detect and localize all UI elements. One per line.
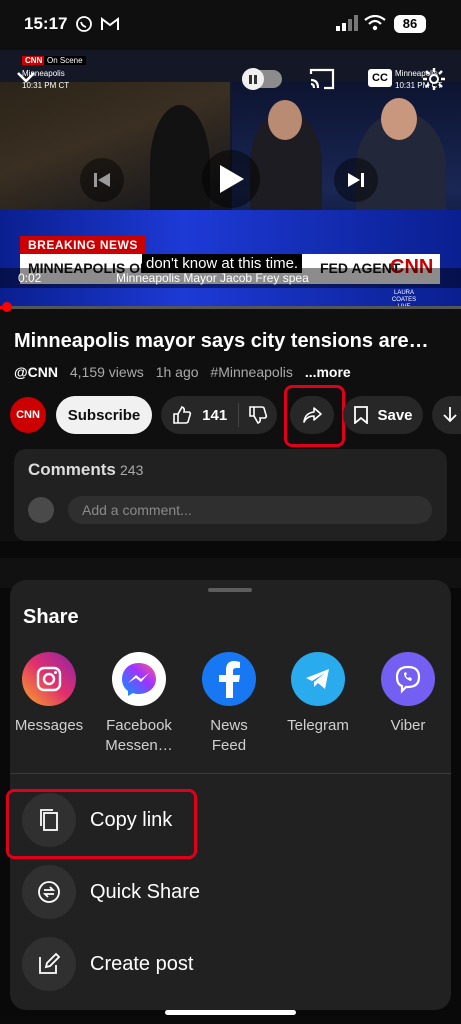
skip-previous-icon: [94, 173, 110, 187]
battery-level: 86: [394, 15, 426, 33]
share-app-label: Facebook Messen…: [105, 717, 173, 754]
like-dislike-group: 141: [161, 396, 277, 434]
share-divider: [10, 773, 451, 774]
thumbs-down-icon: [249, 406, 268, 424]
person-silhouette: [150, 105, 210, 225]
whatsapp-icon: [76, 16, 92, 32]
wifi-icon: [364, 15, 386, 31]
comments-title: Comments: [28, 460, 116, 479]
share-title: Share: [23, 606, 79, 628]
channel-handle[interactable]: @CNN: [14, 364, 58, 380]
share-app-label: News Feed: [210, 717, 248, 754]
captions-button[interactable]: CC: [368, 69, 392, 87]
status-time: 15:17: [24, 14, 68, 33]
progress-scrubber[interactable]: [2, 302, 12, 312]
save-button[interactable]: Save: [343, 396, 423, 434]
instagram-icon: [22, 652, 76, 706]
play-button[interactable]: [202, 150, 260, 208]
share-app-label: Messages: [14, 717, 84, 734]
share-app-telegram[interactable]: Telegram: [276, 652, 360, 736]
drag-handle[interactable]: [208, 588, 252, 592]
official-right-head: [381, 98, 417, 140]
share-app-label: Telegram: [287, 717, 349, 734]
upload-age: 1h ago: [155, 364, 199, 380]
comments-count: 243: [120, 462, 144, 478]
download-button[interactable]: [432, 396, 461, 434]
video-meta: @CNN 4,159 views 1h ago #Minneapolis ...…: [14, 364, 351, 380]
comments-panel[interactable]: Comments 243 Add a comment...: [14, 449, 447, 541]
timecode: 0:02: [18, 271, 42, 285]
play-icon: [220, 165, 244, 193]
save-label: Save: [377, 406, 413, 424]
status-bar: [0, 0, 461, 48]
share-app-viber[interactable]: Viber: [366, 652, 450, 736]
official-left-head: [268, 100, 302, 140]
next-button[interactable]: [334, 158, 378, 202]
like-count: 141: [202, 406, 228, 424]
share-highlight-box: [284, 385, 345, 447]
user-avatar: [28, 497, 54, 523]
share-app-label: Viber: [390, 717, 426, 734]
video-title[interactable]: Minneapolis mayor says city tensions are…: [14, 330, 454, 353]
chevron-down-icon[interactable]: [16, 70, 36, 84]
hashtag-link[interactable]: #Minneapolis: [210, 364, 293, 380]
facebook-icon: [202, 652, 256, 706]
action-row: CNN Subscribe 141 Save: [0, 385, 461, 447]
home-indicator[interactable]: [165, 1010, 296, 1015]
comment-input[interactable]: Add a comment...: [68, 496, 432, 524]
quick-share-icon: [22, 865, 76, 919]
create-post-row[interactable]: Create post: [22, 937, 193, 991]
skip-next-icon: [348, 173, 364, 187]
cnn-bug: CNN: [22, 56, 46, 65]
edit-icon: [22, 937, 76, 991]
dislike-button[interactable]: [239, 405, 277, 425]
previous-button[interactable]: [80, 158, 124, 202]
create-post-label: Create post: [90, 952, 194, 975]
quick-share-label: Quick Share: [90, 880, 201, 903]
copy-link-highlight-box: [6, 789, 197, 859]
settings-gear-icon[interactable]: [422, 67, 446, 91]
channel-avatar[interactable]: CNN: [10, 397, 46, 433]
more-link[interactable]: ...more: [305, 364, 351, 380]
telegram-icon: [291, 652, 345, 706]
gmail-icon: [101, 17, 119, 30]
messenger-icon: [112, 652, 166, 706]
quick-share-row[interactable]: Quick Share: [22, 865, 200, 919]
share-app-messages[interactable]: Messages: [7, 652, 91, 736]
on-scene-tag: On Scene: [44, 56, 86, 65]
cast-icon[interactable]: [309, 68, 335, 90]
like-button[interactable]: 141: [161, 403, 240, 427]
video-player[interactable]: CNN On Scene Minneapolis 10:31 PM CT Min…: [0, 50, 461, 308]
share-app-news-feed[interactable]: News Feed: [187, 652, 271, 756]
download-icon: [443, 407, 457, 423]
share-app-messenger[interactable]: Facebook Messen…: [97, 652, 181, 756]
thumbs-up-icon: [173, 406, 192, 424]
signal-icon: [336, 15, 358, 31]
view-count: 4,159 views: [69, 364, 144, 380]
viber-icon: [381, 652, 435, 706]
breaking-news-label: BREAKING NEWS: [20, 236, 146, 254]
subscribe-button[interactable]: Subscribe: [56, 396, 152, 434]
progress-track[interactable]: [0, 306, 461, 309]
subtitle-line: Minneapolis Mayor Jacob Frey spea: [116, 271, 309, 285]
pause-icon: [242, 68, 264, 90]
autoplay-toggle[interactable]: [242, 68, 282, 90]
bookmark-icon: [354, 406, 369, 424]
